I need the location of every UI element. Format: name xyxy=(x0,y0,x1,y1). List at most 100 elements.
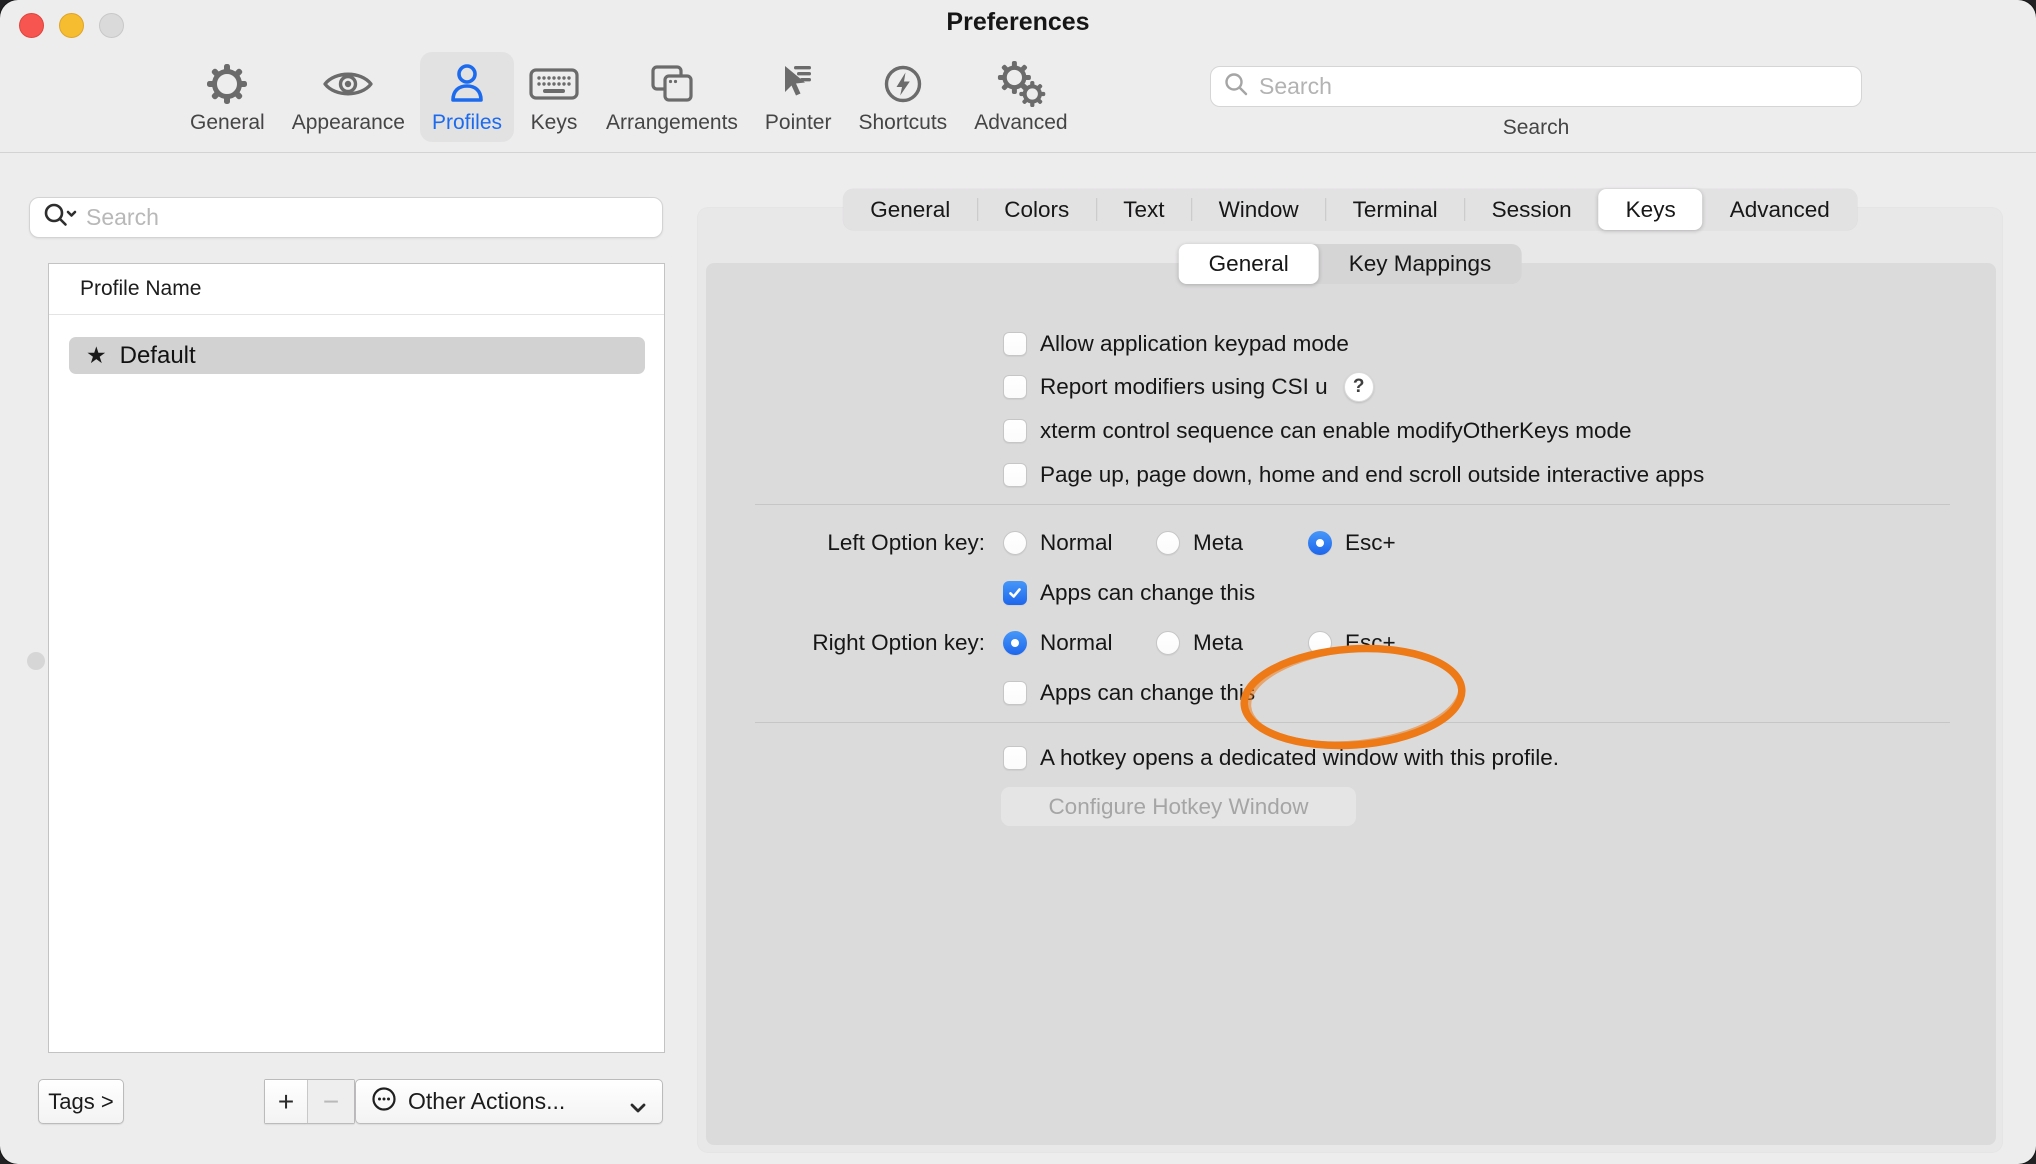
left-option-esc: Esc+ xyxy=(1308,528,1396,558)
search-menu-icon[interactable] xyxy=(42,201,78,234)
profile-list: Profile Name ★ Default xyxy=(48,263,665,1053)
toolbar-search-field[interactable] xyxy=(1210,66,1862,107)
minimize-button[interactable] xyxy=(59,13,84,38)
profile-search-input[interactable] xyxy=(86,204,626,231)
preferences-window: Preferences General Appearance Profiles xyxy=(0,0,2036,1164)
radio-right-normal[interactable] xyxy=(1003,631,1027,655)
radio-right-meta[interactable] xyxy=(1156,631,1180,655)
checkbox-label: Report modifiers using CSI u xyxy=(1040,374,1328,400)
profile-settings-panel: General Colors Text Window Terminal Sess… xyxy=(698,208,2002,1152)
other-actions-button[interactable]: Other Actions... xyxy=(355,1079,663,1124)
other-actions-label: Other Actions... xyxy=(408,1088,565,1115)
window-title: Preferences xyxy=(0,0,2036,37)
titlebar: Preferences xyxy=(0,0,2036,46)
radio-label: Meta xyxy=(1193,630,1243,656)
radio-label: Normal xyxy=(1040,530,1113,556)
cursor-icon xyxy=(777,60,819,108)
radio-label: Meta xyxy=(1193,530,1243,556)
gears-icon xyxy=(995,60,1047,108)
toolbar-item-arrangements[interactable]: Arrangements xyxy=(594,52,750,142)
toolbar-item-shortcuts[interactable]: Shortcuts xyxy=(846,52,959,142)
checkbox-right-apps-change[interactable] xyxy=(1003,681,1027,705)
radio-label: Esc+ xyxy=(1345,630,1396,656)
add-profile-button[interactable]: + xyxy=(265,1080,307,1123)
tab-general[interactable]: General xyxy=(843,189,977,230)
checkmark-icon xyxy=(1007,585,1023,601)
checkbox-row-page-scroll: Page up, page down, home and end scroll … xyxy=(1003,460,1704,490)
tags-button[interactable]: Tags > xyxy=(38,1079,124,1124)
left-option-normal: Normal xyxy=(1003,528,1113,558)
tab-keys[interactable]: Keys xyxy=(1599,189,1703,230)
configure-hotkey-window-button: Configure Hotkey Window xyxy=(1000,786,1357,827)
checkbox-row-csi-u: Report modifiers using CSI u ? xyxy=(1003,372,1374,402)
checkbox-modifyotherkeys[interactable] xyxy=(1003,419,1027,443)
toolbar-label-advanced: Advanced xyxy=(974,111,1067,135)
bolt-circle-icon xyxy=(882,60,924,108)
close-button[interactable] xyxy=(19,13,44,38)
checkbox-label: Apps can change this xyxy=(1040,680,1255,706)
splitter-handle[interactable] xyxy=(27,652,45,670)
toolbar-label-general: General xyxy=(190,111,265,135)
ellipsis-circle-icon xyxy=(370,1085,398,1119)
tab-colors[interactable]: Colors xyxy=(977,189,1096,230)
radio-left-normal[interactable] xyxy=(1003,531,1027,555)
checkbox-row-modifyotherkeys: xterm control sequence can enable modify… xyxy=(1003,416,1632,446)
radio-right-esc[interactable] xyxy=(1308,631,1332,655)
left-option-meta: Meta xyxy=(1156,528,1243,558)
toolbar-item-profiles[interactable]: Profiles xyxy=(420,52,514,142)
checkbox-hotkey-window[interactable] xyxy=(1003,746,1027,770)
subtab-general[interactable]: General xyxy=(1179,244,1319,284)
tab-terminal[interactable]: Terminal xyxy=(1326,189,1465,230)
tab-text[interactable]: Text xyxy=(1096,189,1191,230)
main-area: Profile Name ★ Default Tags > + − Other … xyxy=(0,153,2036,1164)
profile-row-default[interactable]: ★ Default xyxy=(69,337,645,374)
toolbar-item-advanced[interactable]: Advanced xyxy=(962,52,1079,142)
search-icon xyxy=(1223,71,1249,102)
left-option-key-label: Left Option key: xyxy=(706,530,985,556)
checkbox-label: Page up, page down, home and end scroll … xyxy=(1040,462,1704,488)
radio-left-esc[interactable] xyxy=(1308,531,1332,555)
right-option-normal: Normal xyxy=(1003,628,1113,658)
eye-icon xyxy=(322,60,374,108)
tab-advanced[interactable]: Advanced xyxy=(1703,189,1857,230)
checkbox-label: Apps can change this xyxy=(1040,580,1255,606)
profile-tabs: General Colors Text Window Terminal Sess… xyxy=(843,189,1857,230)
toolbar-search-input[interactable] xyxy=(1259,73,1819,100)
tab-window[interactable]: Window xyxy=(1192,189,1326,230)
radio-left-meta[interactable] xyxy=(1156,531,1180,555)
chevron-down-icon xyxy=(628,1095,648,1121)
divider xyxy=(755,722,1950,723)
right-option-key-label: Right Option key: xyxy=(706,630,985,656)
toolbar-label-shortcuts: Shortcuts xyxy=(858,111,947,135)
checkbox-keypad[interactable] xyxy=(1003,332,1027,356)
toolbar-item-general[interactable]: General xyxy=(178,52,277,142)
toolbar-label-appearance: Appearance xyxy=(292,111,405,135)
profile-search-field[interactable] xyxy=(29,197,663,238)
checkbox-left-apps-change[interactable] xyxy=(1003,581,1027,605)
right-apps-can-change-row: Apps can change this xyxy=(1003,678,1255,708)
hotkey-row: A hotkey opens a dedicated window with t… xyxy=(1003,743,1559,773)
help-button[interactable]: ? xyxy=(1344,372,1374,402)
preferences-toolbar: General Appearance Profiles Keys xyxy=(0,46,2036,153)
toolbar-search-caption: Search xyxy=(1210,116,1862,140)
checkbox-row-keypad: Allow application keypad mode xyxy=(1003,329,1349,359)
divider xyxy=(755,504,1950,505)
remove-profile-button: − xyxy=(307,1080,354,1123)
subtab-key-mappings[interactable]: Key Mappings xyxy=(1319,244,1522,284)
right-option-meta: Meta xyxy=(1156,628,1243,658)
toolbar-label-pointer: Pointer xyxy=(765,111,832,135)
toolbar-label-profiles: Profiles xyxy=(432,111,502,135)
checkbox-page-scroll[interactable] xyxy=(1003,463,1027,487)
checkbox-csi-u[interactable] xyxy=(1003,375,1027,399)
traffic-lights xyxy=(19,13,124,38)
gear-icon xyxy=(205,60,249,108)
star-icon: ★ xyxy=(86,343,107,369)
right-option-esc: Esc+ xyxy=(1308,628,1396,658)
checkbox-label: Allow application keypad mode xyxy=(1040,331,1349,357)
tab-session[interactable]: Session xyxy=(1465,189,1599,230)
add-remove-group: + − xyxy=(264,1079,355,1124)
toolbar-item-appearance[interactable]: Appearance xyxy=(280,52,417,142)
toolbar-item-pointer[interactable]: Pointer xyxy=(753,52,844,142)
toolbar-item-keys[interactable]: Keys xyxy=(517,52,591,142)
keys-general-content: Allow application keypad mode Report mod… xyxy=(706,263,1996,1145)
